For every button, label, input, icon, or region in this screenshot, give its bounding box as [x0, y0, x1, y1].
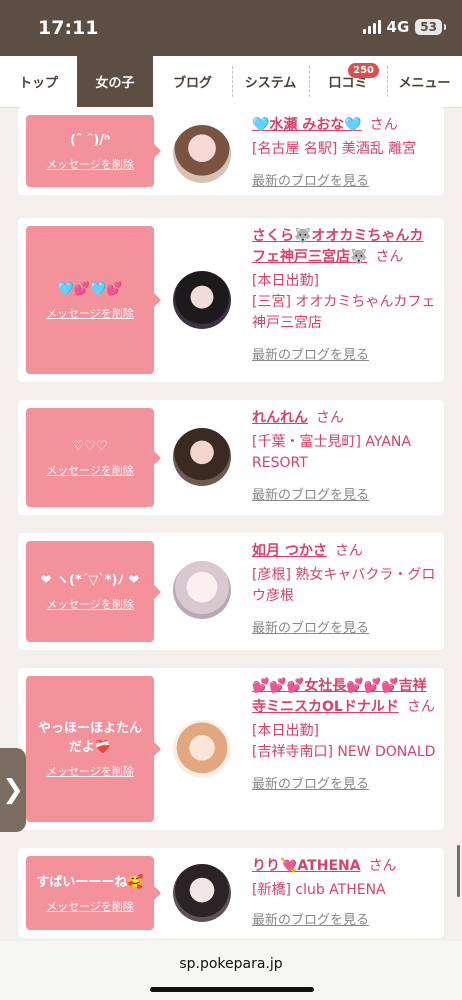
message-text: (ˆ ˆ)/ʰ — [69, 132, 111, 148]
shop-info: [本日出勤] [三宮] オオカミちゃんカフェ神戸三宮店 — [252, 273, 436, 331]
message-bubble[interactable]: すばいーーーね🥰 メッセージを削除 — [26, 856, 161, 930]
honorific: さん — [316, 410, 344, 426]
avatar[interactable] — [173, 720, 231, 778]
latest-blog-link[interactable]: 最新のブログを見る — [252, 484, 436, 503]
shop-info: [本日出勤] [吉祥寺南口] NEW DONALD — [252, 723, 436, 760]
message-bubble[interactable]: ♡♡♡ メッセージを削除 — [26, 408, 161, 507]
shop-info: [新橋] club ATHENA — [252, 882, 386, 898]
nav-blog[interactable]: ブログ — [153, 56, 232, 107]
nav-system[interactable]: システム — [232, 56, 309, 107]
honorific: さん — [369, 117, 398, 133]
delete-message-link[interactable]: メッセージを削除 — [46, 305, 134, 321]
signal-icon — [362, 20, 381, 34]
card-info: りり💘ATHENA さん [新橋] club ATHENA 最新のブログを見る — [252, 856, 436, 928]
latest-blog-link[interactable]: 最新のブログを見る — [252, 909, 436, 928]
avatar[interactable] — [173, 561, 231, 619]
delete-message-link[interactable]: メッセージを削除 — [46, 898, 134, 914]
message-bubble[interactable]: (ˆ ˆ)/ʰ メッセージを削除 — [26, 115, 161, 187]
message-card: ♡♡♡ メッセージを削除 れんれん さん [千葉・富士見町] AYANA RESO… — [18, 400, 444, 515]
avatar[interactable] — [173, 864, 231, 922]
message-card: 🩵💕🩵💕 メッセージを削除 さくら🐺オオカミちゃんカフェ神戸三宮店🐺 さん [本日… — [18, 218, 444, 382]
honorific: さん — [334, 543, 363, 559]
shop-info: [千葉・富士見町] AYANA RESORT — [252, 434, 411, 471]
message-card: すばいーーーね🥰 メッセージを削除 りり💘ATHENA さん [新橋] club … — [18, 848, 444, 938]
girl-name-link[interactable]: 🩵水瀬 みおな🩵 — [252, 117, 362, 133]
status-bar: 17:11 4G 53 — [0, 0, 462, 56]
latest-blog-link[interactable]: 最新のブログを見る — [252, 344, 436, 363]
honorific: さん — [406, 699, 435, 715]
card-info: れんれん さん [千葉・富士見町] AYANA RESORT 最新のブログを見る — [252, 408, 436, 503]
latest-blog-link[interactable]: 最新のブログを見る — [252, 617, 436, 636]
avatar[interactable] — [173, 428, 231, 486]
girl-name-link[interactable]: りり💘ATHENA — [252, 858, 361, 874]
card-info: さくら🐺オオカミちゃんカフェ神戸三宮店🐺 さん [本日出勤] [三宮] オオカミち… — [252, 226, 436, 363]
message-text: ❤ ヽ(*´▽`*)ﾉ ❤ — [40, 573, 140, 588]
message-text: 🩵💕🩵💕 — [57, 281, 123, 297]
card-info: 🩵水瀬 みおな🩵 さん [名古屋 名駅] 美酒乱 離宮 最新のブログを見る — [252, 115, 436, 189]
top-nav: トップ 女の子 ブログ システム 口コミ 250 メニュー — [0, 56, 462, 108]
shop-info: [名古屋 名駅] 美酒乱 離宮 — [252, 141, 417, 157]
avatar[interactable] — [173, 125, 231, 183]
home-indicator[interactable] — [150, 987, 314, 992]
girl-name-link[interactable]: 💕💕💕女社長💕💕💕吉祥寺ミニスカOLドナルド — [252, 678, 427, 715]
avatar[interactable] — [173, 271, 231, 329]
honorific: さん — [368, 858, 397, 874]
status-icons: 4G 53 — [362, 18, 446, 36]
network-label: 4G — [386, 18, 410, 36]
chevron-right-icon: ❯ — [2, 775, 24, 805]
message-bubble[interactable]: ❤ ヽ(*´▽`*)ﾉ ❤ メッセージを削除 — [26, 541, 161, 642]
girl-name-link[interactable]: れんれん — [252, 410, 308, 426]
scrollbar[interactable] — [457, 845, 460, 897]
battery-icon: 53 — [415, 19, 446, 35]
nav-girls[interactable]: 女の子 — [77, 56, 153, 107]
latest-blog-link[interactable]: 最新のブログを見る — [252, 773, 436, 792]
card-info: 💕💕💕女社長💕💕💕吉祥寺ミニスカOLドナルド さん [本日出勤] [吉祥寺南口] … — [252, 676, 436, 792]
message-card: やっほーほよたんだよ❤️‍🩹 メッセージを削除 💕💕💕女社長💕💕💕吉祥寺ミニスカ… — [18, 668, 444, 830]
message-text: ♡♡♡ — [72, 439, 108, 454]
shop-info: [彦根] 熟女キャバクラ・グロウ彦根 — [252, 567, 436, 604]
message-bubble[interactable]: やっほーほよたんだよ❤️‍🩹 メッセージを削除 — [26, 676, 161, 822]
message-card: ❤ ヽ(*´▽`*)ﾉ ❤ メッセージを削除 如月 つかさ さん [彦根] 熟女キ… — [18, 533, 444, 650]
girl-name-link[interactable]: 如月 つかさ — [252, 543, 327, 559]
delete-message-link[interactable]: メッセージを削除 — [46, 596, 134, 612]
side-drawer-tab[interactable]: ❯ — [0, 748, 26, 832]
message-bubble[interactable]: 🩵💕🩵💕 メッセージを削除 — [26, 226, 161, 374]
message-text: すばいーーーね🥰 — [36, 874, 144, 890]
status-time: 17:11 — [38, 17, 99, 39]
url-text: sp.pokepara.jp — [179, 956, 283, 972]
nav-top[interactable]: トップ — [0, 56, 77, 107]
card-info: 如月 つかさ さん [彦根] 熟女キャバクラ・グロウ彦根 最新のブログを見る — [252, 541, 436, 636]
latest-blog-link[interactable]: 最新のブログを見る — [252, 170, 436, 189]
delete-message-link[interactable]: メッセージを削除 — [46, 462, 134, 478]
reviews-count-badge: 250 — [348, 63, 379, 78]
message-card: (ˆ ˆ)/ʰ メッセージを削除 🩵水瀬 みおな🩵 さん [名古屋 名駅] 美酒乱… — [18, 107, 444, 195]
nav-reviews[interactable]: 口コミ 250 — [309, 56, 387, 107]
delete-message-link[interactable]: メッセージを削除 — [46, 763, 134, 779]
honorific: さん — [375, 249, 404, 265]
message-text: やっほーほよたんだよ❤️‍🩹 — [37, 721, 142, 755]
delete-message-link[interactable]: メッセージを削除 — [46, 156, 134, 172]
nav-menu[interactable]: メニュー — [387, 56, 462, 107]
